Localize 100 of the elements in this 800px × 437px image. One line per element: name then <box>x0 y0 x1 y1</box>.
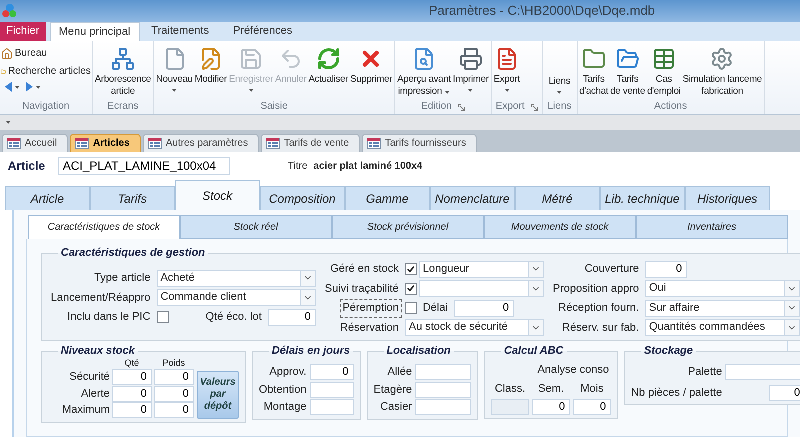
text-field[interactable] <box>415 399 472 416</box>
values-by-depot-button[interactable]: Valeurs par dépôt <box>197 370 239 418</box>
field-label: Type article <box>93 271 152 286</box>
text-field[interactable] <box>725 364 800 380</box>
sub-tab[interactable]: Caractéristiques de stock <box>28 215 180 239</box>
text-field[interactable] <box>415 364 472 380</box>
text-field[interactable]: 0 <box>573 399 612 415</box>
main-tab[interactable]: Gamme <box>345 186 430 210</box>
dropdown-button[interactable] <box>300 270 315 286</box>
ribbon-button[interactable]: Imprimer <box>452 44 490 94</box>
text-field[interactable] <box>310 382 354 398</box>
text-field[interactable]: 0 <box>112 386 152 402</box>
dropdown-field[interactable]: Sur affaire <box>645 300 800 317</box>
main-tab[interactable]: Tarifs <box>90 186 175 210</box>
sub-tab[interactable]: Stock réel <box>180 215 332 239</box>
dropdown-field[interactable]: Oui <box>645 280 800 298</box>
document-tab[interactable]: Articles <box>70 134 141 152</box>
back-button[interactable] <box>5 82 20 92</box>
dropdown-button[interactable] <box>528 262 543 277</box>
group-title: Niveaux stock <box>60 345 136 358</box>
group-label: Ecrans <box>108 101 139 113</box>
navigation-link[interactable]: Bureau <box>1 46 91 61</box>
main-tab[interactable]: Historiques <box>685 186 770 210</box>
dropdown-field[interactable]: Quantités commandées <box>645 319 800 336</box>
dropdown-button[interactable] <box>784 320 799 336</box>
document-tab[interactable]: Tarifs de vente <box>261 134 360 152</box>
table-icon <box>652 47 676 71</box>
text-field[interactable]: 0 <box>112 402 152 418</box>
ribbon-tab[interactable]: Préférences <box>221 22 305 41</box>
text-field[interactable]: 0 <box>645 260 688 278</box>
ribbon-tab[interactable]: Menu principal <box>50 22 140 41</box>
field-label: Réservation <box>339 320 400 336</box>
dropdown-button[interactable] <box>784 281 799 296</box>
window-title: Paramètres - C:\HB2000\Dqe\Dqe.mdb <box>429 2 656 20</box>
group-title: Localisation <box>386 345 452 358</box>
ribbon-button[interactable]: Arborescence article <box>94 44 152 98</box>
ribbon-button[interactable]: Tarifs d'achat <box>578 44 610 98</box>
checkbox[interactable] <box>404 282 417 295</box>
dropdown-field[interactable]: Commande client <box>156 289 316 306</box>
ribbon-button[interactable]: Tarifs de vente <box>609 44 646 98</box>
text-field[interactable]: 0 <box>154 369 194 386</box>
main-tab[interactable]: Lib. technique <box>600 186 685 210</box>
ribbon-tab[interactable]: Fichier <box>0 22 46 41</box>
dropdown-field[interactable]: Acheté <box>156 270 316 287</box>
forward-button[interactable] <box>26 82 41 92</box>
field-label: Approv. <box>268 365 307 380</box>
main-tab[interactable]: Article <box>5 186 90 210</box>
text-field[interactable] <box>415 382 472 398</box>
column-header: Qté <box>124 358 140 369</box>
ribbon-button[interactable]: Actualiser <box>308 44 350 86</box>
document-tab[interactable]: Autres paramètres <box>142 134 260 152</box>
sub-tab[interactable]: Mouvements de stock <box>484 215 636 239</box>
text-field[interactable]: 0 <box>454 300 514 317</box>
article-field[interactable]: ACI_PLAT_LAMINE_100x04 <box>58 157 230 175</box>
sub-tab[interactable]: Inventaires <box>636 215 788 239</box>
ribbon-button[interactable]: Liens <box>544 44 576 96</box>
checkbox[interactable] <box>156 311 169 324</box>
main-tab[interactable]: Composition <box>260 186 345 210</box>
sub-tab[interactable]: Stock prévisionnel <box>332 215 484 239</box>
field-label: Alerte <box>80 386 110 402</box>
text-field[interactable]: 0 <box>112 369 152 386</box>
main-tab[interactable]: Stock <box>175 180 260 210</box>
text-field[interactable]: 0 <box>154 402 194 418</box>
text-field[interactable]: 0 <box>154 386 194 402</box>
ribbon-button[interactable]: Supprimer <box>349 44 394 86</box>
group-label: Liens <box>548 101 572 113</box>
main-tab[interactable]: Nomenclature <box>430 186 515 210</box>
document-tab[interactable]: Accueil <box>2 134 68 152</box>
group-title: Calcul ABC <box>503 345 565 358</box>
open-folder-icon <box>616 47 640 71</box>
text-field[interactable] <box>310 399 354 416</box>
text-field[interactable]: 0 <box>532 399 570 415</box>
form-icon <box>75 138 90 149</box>
ribbon-button[interactable]: Modifier <box>194 44 228 86</box>
text-field[interactable]: 0 <box>769 384 800 401</box>
dropdown-button[interactable] <box>528 320 543 336</box>
ribbon-button[interactable]: Aperçu avant impression <box>396 44 452 98</box>
checkbox[interactable] <box>404 302 417 314</box>
ribbon-button[interactable]: Export <box>492 44 522 94</box>
app-logo-icon <box>2 3 18 19</box>
dropdown-button[interactable] <box>300 290 315 306</box>
field-label: Sécurité <box>68 370 110 385</box>
dropdown-field[interactable]: Au stock de sécurité <box>404 319 544 336</box>
ribbon-button[interactable]: Nouveau <box>155 44 194 94</box>
dropdown-button[interactable] <box>784 300 799 316</box>
dropdown-field[interactable] <box>418 280 544 298</box>
main-tab[interactable]: Métré <box>515 186 600 210</box>
column-header: Class. <box>494 382 527 396</box>
document-tab[interactable]: Tarifs fournisseurs <box>362 134 478 152</box>
field-label: Qté éco. lot <box>204 310 262 325</box>
group-label: Navigation <box>22 101 70 113</box>
text-field[interactable]: 0 <box>310 364 354 380</box>
ribbon-button[interactable]: Cas d'emploi <box>646 44 682 98</box>
dropdown-field[interactable]: Longueur <box>418 260 544 278</box>
dropdown-button[interactable] <box>528 281 543 296</box>
navigation-link[interactable]: Recherche articles <box>1 64 91 79</box>
checkbox[interactable] <box>404 263 417 276</box>
text-field[interactable]: 0 <box>268 308 316 326</box>
ribbon-tab[interactable]: Traitements <box>140 22 222 41</box>
ribbon-button[interactable]: Simulation lanceme fabrication <box>682 44 764 98</box>
